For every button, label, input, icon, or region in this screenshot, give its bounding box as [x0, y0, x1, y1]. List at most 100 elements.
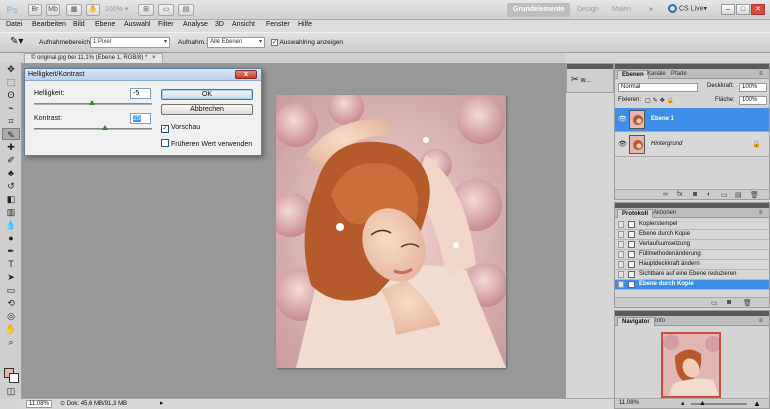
menu-bild[interactable]: Bild — [73, 21, 85, 28]
history-snapshot-checkbox[interactable] — [618, 231, 624, 238]
history-item[interactable]: Verlaufsumsetzung — [615, 240, 769, 250]
grid-icon[interactable]: ⊞ — [138, 4, 154, 16]
tab-channels[interactable]: Kanäle — [643, 70, 670, 79]
pen-tool-icon[interactable]: ✒ — [2, 245, 20, 257]
menu-hilfe[interactable]: Hilfe — [298, 21, 312, 28]
link-layers-icon[interactable]: ∞ — [663, 191, 668, 198]
menu-ebene[interactable]: Ebene — [95, 21, 115, 28]
close-button[interactable]: ✕ — [751, 4, 765, 15]
menu-analyse[interactable]: Analyse — [183, 21, 208, 28]
panel-menu-icon[interactable]: ≡ — [755, 317, 767, 326]
cs-live-button[interactable]: CS Live▾ — [668, 4, 707, 13]
quick-selection-tool-icon[interactable]: ⌁ — [2, 102, 20, 114]
ok-button[interactable]: OK — [161, 89, 253, 100]
bridge-icon[interactable]: Br — [28, 4, 42, 16]
fill-input[interactable]: 100% — [739, 96, 767, 105]
eyedropper-tool-icon[interactable]: ✎ — [2, 128, 20, 140]
dialog-close-button[interactable]: x — [235, 70, 257, 79]
visibility-eye-icon[interactable]: 👁 — [618, 140, 627, 148]
navigator-zoom-value[interactable]: 11,08% — [619, 400, 639, 406]
menu-3d[interactable]: 3D — [215, 21, 224, 28]
clone-stamp-tool-icon[interactable]: ♣ — [2, 167, 20, 179]
layer-row[interactable]: 👁 Ebene 1 — [615, 108, 769, 132]
crop-tool-icon[interactable]: ⌗ — [2, 115, 20, 127]
sample-layers-select[interactable]: Alle Ebenen — [207, 37, 265, 48]
background-color-swatch[interactable] — [9, 373, 19, 383]
panel-menu-icon[interactable]: ≡ — [755, 70, 767, 79]
menu-datei[interactable]: Datei — [6, 21, 22, 28]
brightness-input[interactable]: -5 — [130, 88, 151, 99]
new-group-icon[interactable]: ▭ — [721, 191, 728, 199]
workspace-more-button[interactable]: » — [643, 3, 659, 17]
document-tab[interactable]: © original.jpg bei 11,1% (Ebene 1, RGB/8… — [24, 53, 163, 63]
visibility-eye-icon[interactable]: 👁 — [618, 115, 627, 123]
history-item[interactable]: Kopierstempel — [615, 220, 769, 230]
maximize-button[interactable]: □ — [736, 4, 750, 15]
history-snapshot-checkbox[interactable] — [618, 281, 624, 288]
history-item[interactable]: Sichtbare auf eine Ebene reduzieren — [615, 270, 769, 280]
document-image[interactable] — [276, 95, 506, 368]
add-mask-icon[interactable]: ◙ — [693, 191, 697, 198]
spot-healing-tool-icon[interactable]: ✚ — [2, 141, 20, 153]
layer-style-icon[interactable]: fx — [677, 191, 682, 198]
lasso-tool-icon[interactable]: ʘ — [2, 89, 20, 101]
menu-fenster[interactable]: Fenster — [266, 21, 290, 28]
shape-tool-icon[interactable]: ▭ — [2, 284, 20, 296]
history-snapshot-checkbox[interactable] — [618, 221, 624, 228]
history-snapshot-checkbox[interactable] — [618, 271, 624, 278]
zoom-in-icon[interactable]: ▲ — [753, 399, 761, 408]
hand-tool-icon[interactable]: ✋ — [2, 323, 20, 335]
workspace-design[interactable]: Design — [571, 3, 605, 17]
zoom-tool-icon[interactable]: ⌕ — [2, 336, 20, 348]
new-document-from-state-icon[interactable]: ▭ — [711, 299, 718, 307]
hand-tool-icon[interactable]: ✋ — [86, 4, 100, 16]
contrast-slider-thumb[interactable] — [102, 125, 108, 130]
zoom-level-dropdown[interactable]: 100% ▾ — [105, 5, 128, 13]
blend-mode-select[interactable]: Normal — [618, 83, 698, 92]
tab-actions[interactable]: Aktionen — [649, 209, 680, 218]
minimize-button[interactable]: – — [721, 4, 735, 15]
layer-row[interactable]: 👁 Hintergrund 🔒 — [615, 133, 769, 157]
snapshot-icon[interactable]: ◙ — [727, 299, 731, 306]
blur-tool-icon[interactable]: 💧 — [2, 219, 20, 231]
menu-auswahl[interactable]: Auswahl — [124, 21, 150, 28]
zoom-out-icon[interactable]: ▴ — [681, 399, 685, 407]
lock-icons[interactable]: ▢✎✥🔒 — [645, 97, 676, 104]
delete-state-icon[interactable]: 🗑 — [743, 299, 752, 307]
path-selection-tool-icon[interactable]: ➤ — [2, 271, 20, 283]
menu-ansicht[interactable]: Ansicht — [232, 21, 255, 28]
tab-navigator[interactable]: Navigator — [617, 317, 655, 326]
preview-check-icon[interactable]: ✓ — [161, 125, 169, 133]
arrange-documents-icon[interactable]: ▤ — [178, 4, 194, 16]
navigator-zoom-thumb[interactable]: ▲ — [699, 400, 706, 407]
tool-presets-button[interactable]: ✂ w... — [571, 74, 591, 85]
opacity-input[interactable]: 100% — [739, 83, 767, 92]
quick-mask-icon[interactable]: ◫ — [2, 385, 20, 397]
tab-info[interactable]: Info — [651, 317, 669, 326]
3d-orbit-tool-icon[interactable]: ◎ — [2, 310, 20, 322]
history-item[interactable]: Ebene durch Kopie — [615, 230, 769, 240]
history-item-active[interactable]: Ebene durch Kopie — [615, 280, 769, 290]
workspace-painting[interactable]: Malen — [606, 3, 637, 17]
menu-filter[interactable]: Filter — [158, 21, 174, 28]
status-info-icon[interactable]: ⊙ — [60, 401, 65, 407]
adjustment-layer-icon[interactable]: ◐ — [707, 191, 711, 198]
history-brush-tool-icon[interactable]: ↺ — [2, 180, 20, 192]
navigator-preview[interactable] — [661, 332, 721, 398]
move-tool-icon[interactable]: ✥ — [2, 63, 20, 75]
brightness-slider-thumb[interactable] — [89, 100, 95, 105]
workspace-essentials[interactable]: Grundelemente — [507, 3, 571, 17]
legacy-check-box[interactable] — [161, 139, 169, 147]
tab-history[interactable]: Protokoll — [617, 209, 654, 218]
screen-mode-icon[interactable]: ▭ — [158, 4, 174, 16]
contrast-slider[interactable] — [34, 128, 152, 130]
menu-bearbeiten[interactable]: Bearbeiten — [32, 21, 66, 28]
history-item[interactable]: Füllmethodenänderung — [615, 250, 769, 260]
gradient-tool-icon[interactable]: ▥ — [2, 206, 20, 218]
eraser-tool-icon[interactable]: ◧ — [2, 193, 20, 205]
use-legacy-checkbox[interactable]: Früheren Wert verwenden — [161, 139, 252, 148]
contrast-input[interactable]: 25 — [130, 113, 151, 124]
sample-size-select[interactable]: 1 Pixel — [90, 37, 170, 48]
tab-paths[interactable]: Pfade — [667, 70, 691, 79]
new-layer-icon[interactable]: ▤ — [735, 191, 742, 199]
